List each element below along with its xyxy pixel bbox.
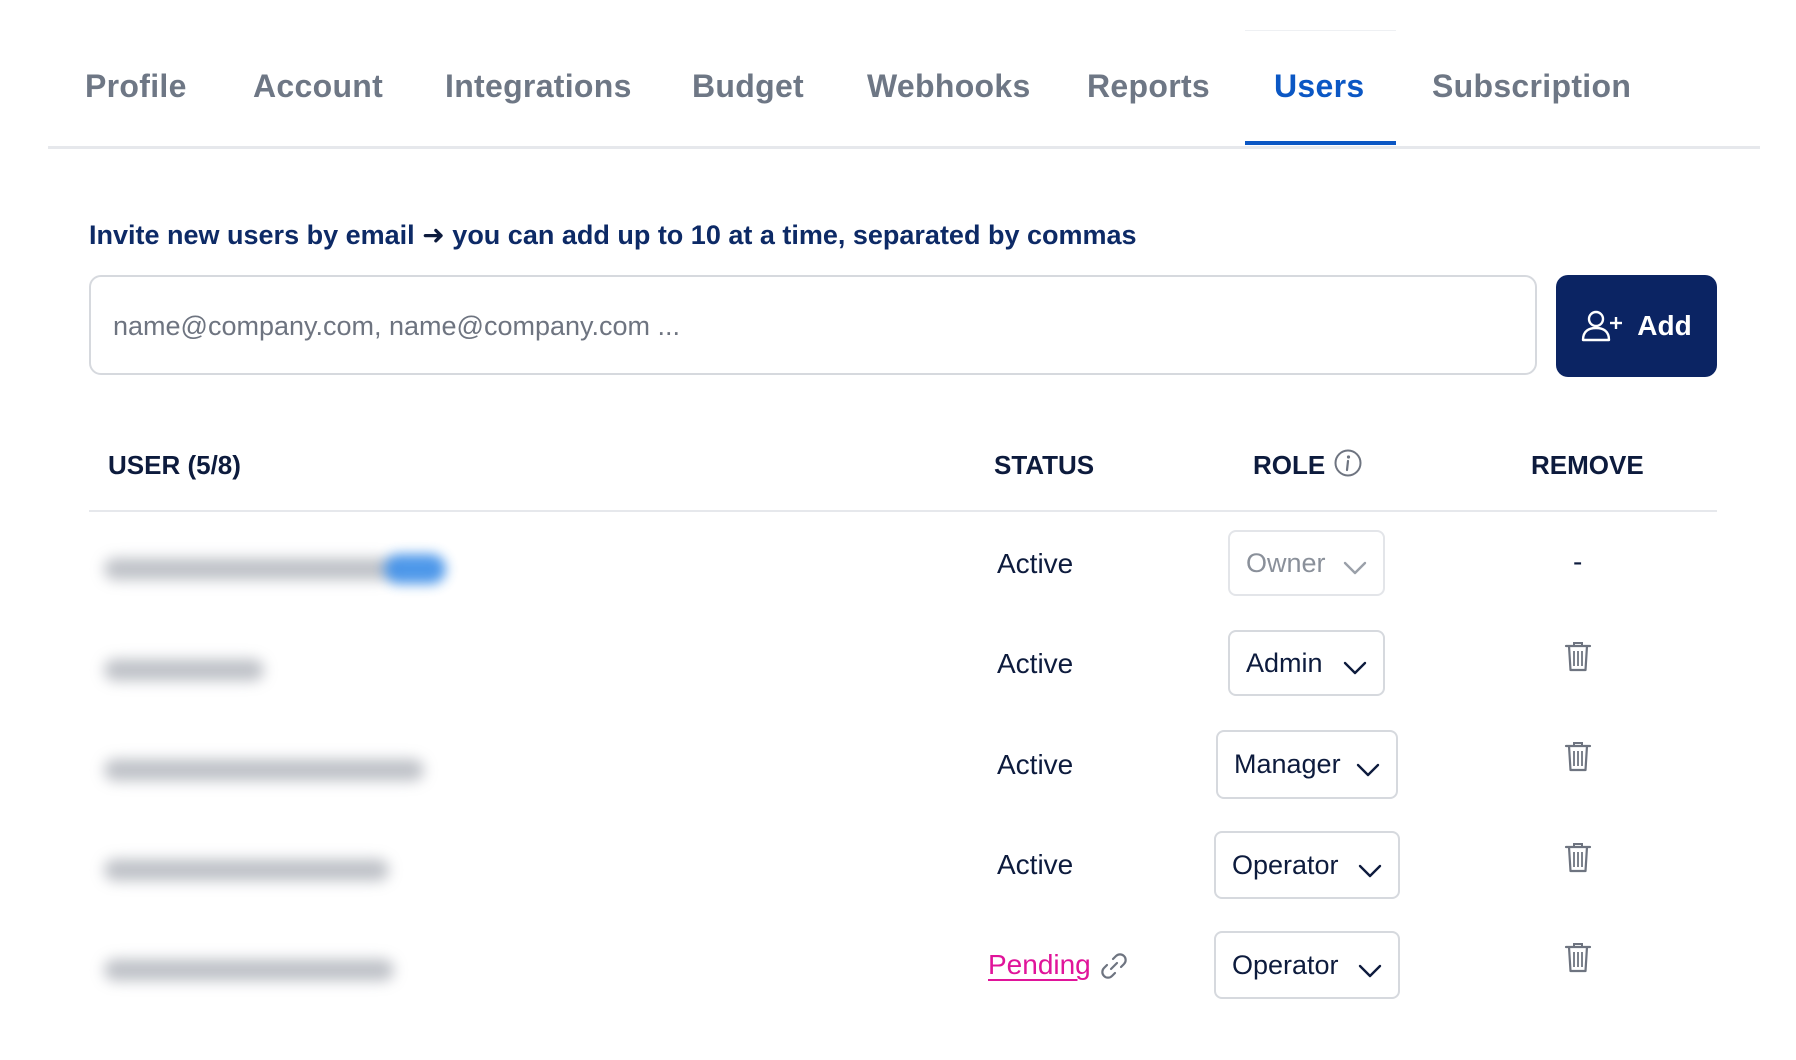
invite-label-after: you can add up to 10 at a time, separate… — [452, 220, 1137, 250]
role-select[interactable]: Operator — [1214, 831, 1400, 899]
user-badge-redacted — [384, 554, 446, 584]
tab-active-topline — [1245, 30, 1396, 31]
chevron-down-icon — [1343, 652, 1367, 683]
invite-email-input[interactable] — [111, 277, 1515, 375]
user-email-redacted — [104, 759, 424, 781]
column-header-user: USER (5/8) — [108, 450, 241, 480]
tab-account[interactable]: Account — [253, 68, 383, 105]
tab-profile[interactable]: Profile — [85, 68, 187, 105]
column-header-remove: REMOVE — [1531, 450, 1644, 480]
role-value: Manager — [1234, 749, 1341, 779]
table-row: Active Manager — [0, 713, 1796, 813]
trash-icon[interactable] — [1564, 941, 1592, 978]
remove-unavailable: - — [1573, 546, 1583, 577]
user-email-redacted — [104, 659, 264, 681]
status-text: Active — [997, 749, 1074, 780]
chevron-down-icon — [1343, 552, 1367, 583]
link-icon[interactable] — [1098, 950, 1130, 987]
role-value: Owner — [1246, 547, 1326, 578]
add-button-label: Add — [1637, 310, 1692, 341]
role-value: Admin — [1246, 647, 1323, 678]
tab-webhooks[interactable]: Webhooks — [867, 68, 1031, 105]
chevron-down-icon — [1358, 855, 1382, 886]
status-text: Active — [997, 849, 1074, 880]
role-select[interactable]: Manager — [1216, 730, 1398, 799]
table-row: Active Admin — [0, 613, 1796, 713]
status-text: Active — [997, 648, 1074, 679]
status-text: Active — [997, 548, 1074, 579]
role-value: Operator — [1232, 849, 1339, 880]
trash-icon[interactable] — [1564, 740, 1592, 777]
tab-budget[interactable]: Budget — [692, 68, 804, 105]
arrow-right-icon: ➜ — [422, 220, 445, 250]
user-email-redacted — [104, 959, 394, 981]
role-value: Operator — [1232, 949, 1339, 980]
user-email-redacted — [104, 558, 394, 580]
table-row: Pending Operator — [0, 913, 1796, 1013]
role-select[interactable]: Admin — [1228, 630, 1385, 696]
chevron-down-icon — [1358, 955, 1382, 986]
table-row: Active Operator — [0, 813, 1796, 913]
tab-integrations[interactable]: Integrations — [445, 68, 632, 105]
invite-email-field[interactable] — [89, 275, 1537, 375]
table-header-divider — [89, 510, 1717, 512]
tab-users[interactable]: Users — [1274, 68, 1364, 105]
tab-reports[interactable]: Reports — [1087, 68, 1210, 105]
status-pending-link[interactable]: Pending — [988, 949, 1091, 981]
user-email-redacted — [104, 859, 389, 881]
table-row: Active Owner - — [0, 513, 1796, 613]
trash-icon[interactable] — [1564, 640, 1592, 677]
add-user-button[interactable]: Add — [1556, 275, 1717, 377]
chevron-down-icon — [1356, 754, 1380, 785]
settings-tabs: Profile Account Integrations Budget Webh… — [48, 0, 1760, 149]
role-select: Owner — [1228, 530, 1385, 596]
role-select[interactable]: Operator — [1214, 931, 1400, 999]
active-tab-indicator — [1245, 141, 1396, 145]
info-icon[interactable] — [1333, 448, 1363, 483]
invite-instructions: Invite new users by email ➜ you can add … — [89, 220, 1137, 251]
trash-icon[interactable] — [1564, 841, 1592, 878]
column-header-status: STATUS — [994, 450, 1095, 480]
invite-label-before: Invite new users by email — [89, 220, 415, 250]
user-plus-icon — [1581, 309, 1623, 343]
column-header-role: ROLE — [1253, 450, 1326, 480]
tab-subscription[interactable]: Subscription — [1432, 68, 1631, 105]
